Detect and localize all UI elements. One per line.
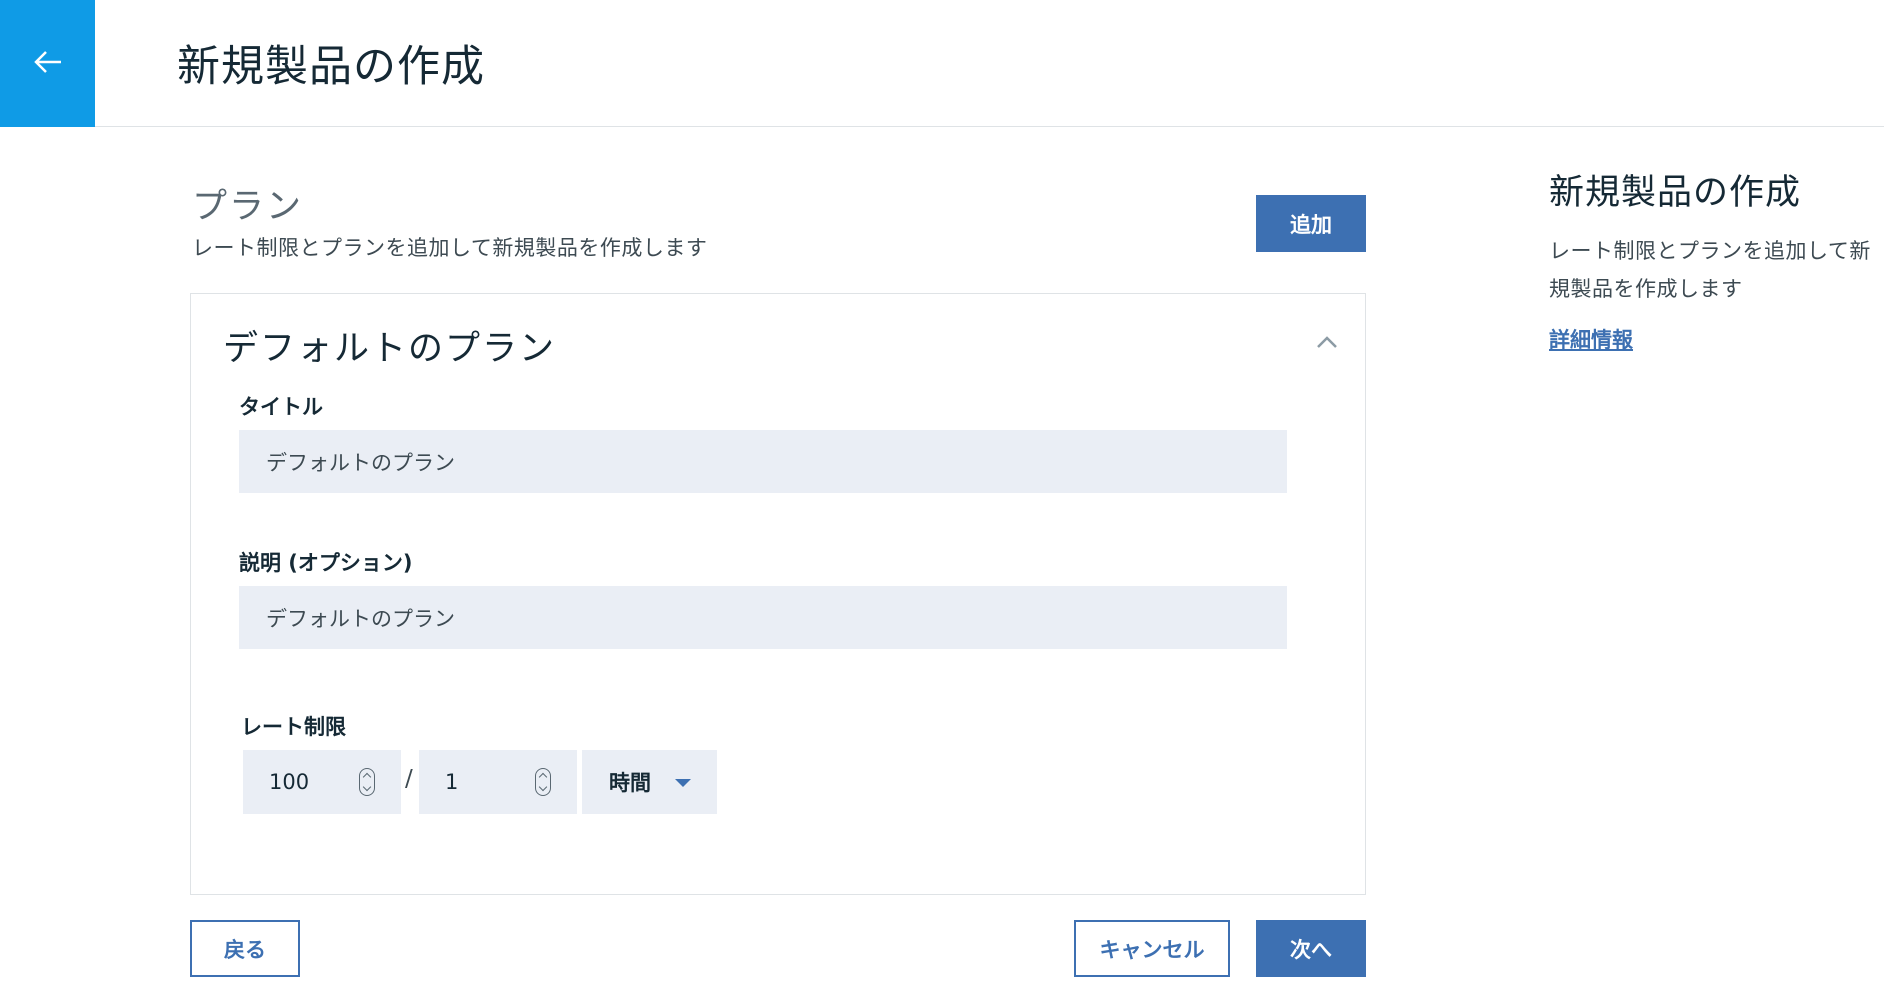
plan-title: デフォルトのプラン [223, 329, 557, 369]
chevron-up-icon[interactable] [1315, 334, 1339, 350]
section-subtitle: レート制限とプランを追加して新規製品を作成します [192, 236, 708, 260]
page-title: 新規製品の作成 [177, 42, 485, 92]
page-header: 新規製品の作成 [0, 0, 1884, 127]
rate-period-count-input[interactable]: 1 [419, 750, 577, 814]
stepper-icon[interactable] [535, 768, 551, 796]
rate-calls-value: 100 [269, 770, 310, 794]
arrow-left-icon [31, 45, 65, 83]
title-input[interactable]: デフォルトのプラン [239, 430, 1287, 493]
stepper-icon[interactable] [359, 768, 375, 796]
caret-down-icon [675, 779, 691, 787]
rate-period-unit-value: 時間 [609, 771, 651, 795]
next-button[interactable]: 次へ [1256, 920, 1366, 977]
side-panel-description: レート制限とプランを追加して新規製品を作成します [1549, 239, 1871, 301]
description-field-label: 説明 (オプション) [239, 551, 413, 575]
side-panel-title: 新規製品の作成 [1549, 173, 1802, 213]
rate-separator: / [405, 766, 413, 792]
back-step-button[interactable]: 戻る [190, 920, 300, 977]
title-field-label: タイトル [239, 395, 323, 419]
rate-period-unit-select[interactable]: 時間 [582, 750, 717, 814]
rate-limit-label: レート制限 [241, 715, 346, 739]
back-button[interactable] [0, 0, 95, 127]
cancel-button[interactable]: キャンセル [1074, 920, 1230, 977]
plan-card: デフォルトのプラン タイトル デフォルトのプラン 説明 (オプション) デフォル… [190, 293, 1366, 895]
section-title: プラン [192, 187, 304, 227]
rate-period-count-value: 1 [445, 770, 459, 794]
description-input[interactable]: デフォルトのプラン [239, 586, 1287, 649]
rate-calls-input[interactable]: 100 [243, 750, 401, 814]
add-plan-button[interactable]: 追加 [1256, 195, 1366, 252]
learn-more-link[interactable]: 詳細情報 [1549, 324, 1633, 354]
